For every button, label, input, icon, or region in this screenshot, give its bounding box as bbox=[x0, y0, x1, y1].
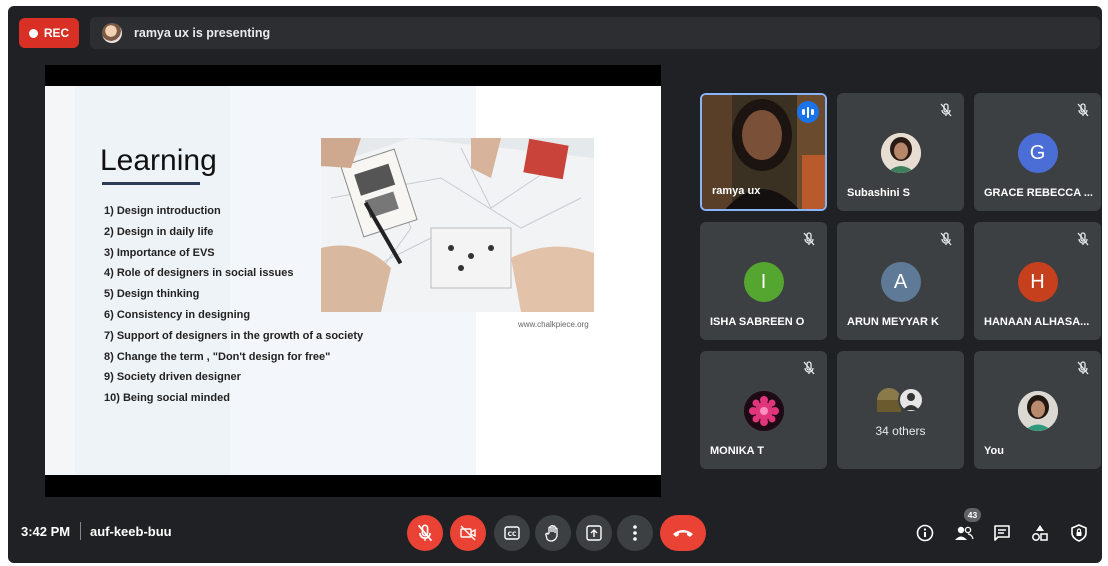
captions-icon: CC bbox=[504, 526, 520, 540]
mic-off-icon bbox=[803, 361, 815, 375]
mic-off-icon bbox=[803, 232, 815, 246]
meet-window: REC ramya ux is presenting Learning 1) D… bbox=[8, 6, 1102, 563]
recording-indicator[interactable]: REC bbox=[19, 18, 79, 48]
slide: Learning 1) Design introduction 2) Desig… bbox=[45, 86, 661, 475]
host-controls-button[interactable] bbox=[1066, 520, 1092, 546]
participant-tile-subashini[interactable]: Subashini S bbox=[837, 93, 964, 211]
avatar: A bbox=[880, 262, 921, 302]
list-item: 8) Change the term , "Don't design for f… bbox=[104, 350, 331, 363]
mic-off-icon bbox=[940, 103, 952, 117]
slide-photo bbox=[321, 138, 594, 312]
speaking-indicator-icon bbox=[797, 101, 819, 123]
presenting-banner: ramya ux is presenting bbox=[90, 17, 1100, 49]
avatar: G bbox=[1017, 133, 1058, 173]
participant-name: HANAAN ALHASA... bbox=[984, 316, 1090, 328]
recording-label: REC bbox=[43, 26, 70, 40]
participant-name: GRACE REBECCA ... bbox=[984, 187, 1093, 199]
participant-tile-isha[interactable]: I ISHA SABREEN O bbox=[700, 222, 827, 340]
list-item: 9) Society driven designer bbox=[104, 371, 241, 384]
participant-tile-monika[interactable]: MONIKA T bbox=[700, 351, 827, 469]
people-button[interactable] bbox=[951, 520, 977, 546]
avatar bbox=[743, 391, 784, 431]
participant-name: ARUN MEYYAR K bbox=[847, 316, 939, 328]
avatar: I bbox=[743, 262, 784, 302]
present-now-button[interactable] bbox=[576, 515, 612, 551]
presentation-area[interactable]: Learning 1) Design introduction 2) Desig… bbox=[45, 65, 661, 497]
activities-button[interactable] bbox=[1027, 520, 1053, 546]
title-underline bbox=[102, 182, 200, 185]
others-avatars bbox=[875, 386, 925, 414]
presenter-avatar bbox=[102, 23, 122, 43]
list-item: 10) Being social minded bbox=[104, 392, 230, 405]
shield-lock-icon bbox=[1071, 524, 1087, 542]
hang-up-icon bbox=[673, 530, 693, 537]
participant-name: You bbox=[984, 445, 1004, 457]
avatar bbox=[1017, 391, 1058, 431]
svg-text:CC: CC bbox=[508, 531, 517, 538]
participant-tile-hanaan[interactable]: H HANAAN ALHASA... bbox=[974, 222, 1101, 340]
participant-tile-you[interactable]: You bbox=[974, 351, 1101, 469]
participant-tile-ramya[interactable]: ramya ux bbox=[700, 93, 827, 211]
more-vert-icon bbox=[633, 525, 637, 541]
present-icon bbox=[586, 525, 602, 541]
avatar bbox=[880, 133, 921, 173]
raise-hand-button[interactable] bbox=[535, 515, 571, 551]
participant-name: ISHA SABREEN O bbox=[710, 316, 805, 328]
participant-tile-others[interactable]: 34 others bbox=[837, 351, 964, 469]
presenting-text: ramya ux is presenting bbox=[134, 26, 271, 40]
record-dot-icon bbox=[28, 28, 38, 38]
participant-name: Subashini S bbox=[847, 187, 910, 199]
meeting-code: auf-keeb-buu bbox=[90, 524, 172, 539]
mic-off-icon bbox=[1077, 103, 1089, 117]
clock: 3:42 PM bbox=[21, 524, 71, 539]
leave-call-button[interactable] bbox=[660, 515, 706, 551]
activities-icon bbox=[1032, 525, 1048, 541]
participant-tile-arun[interactable]: A ARUN MEYYAR K bbox=[837, 222, 964, 340]
hand-icon bbox=[545, 524, 558, 542]
avatar: H bbox=[1017, 262, 1058, 302]
list-item: 7) Support of designers in the growth of… bbox=[104, 329, 364, 342]
mic-off-icon bbox=[1077, 361, 1089, 375]
mic-toggle-button[interactable] bbox=[407, 515, 443, 551]
chat-button[interactable] bbox=[989, 520, 1015, 546]
info-icon bbox=[916, 524, 934, 542]
mic-off-icon bbox=[940, 232, 952, 246]
mic-off-icon bbox=[1077, 232, 1089, 246]
participant-name: ramya ux bbox=[712, 185, 761, 197]
more-options-button[interactable] bbox=[617, 515, 653, 551]
mic-off-icon bbox=[417, 524, 433, 542]
participant-tile-grace[interactable]: G GRACE REBECCA ... bbox=[974, 93, 1101, 211]
people-icon bbox=[955, 526, 974, 540]
participant-name: MONIKA T bbox=[710, 445, 764, 457]
others-count-label: 34 others bbox=[875, 424, 926, 438]
chat-icon bbox=[994, 525, 1010, 541]
meeting-details-button[interactable] bbox=[912, 520, 938, 546]
captions-button[interactable]: CC bbox=[494, 515, 530, 551]
photo-credit: www.chalkpiece.org bbox=[518, 320, 589, 329]
slide-title: Learning bbox=[100, 144, 217, 177]
footer-divider bbox=[80, 522, 81, 540]
camera-toggle-button[interactable] bbox=[450, 515, 486, 551]
camera-off-icon bbox=[460, 525, 476, 541]
